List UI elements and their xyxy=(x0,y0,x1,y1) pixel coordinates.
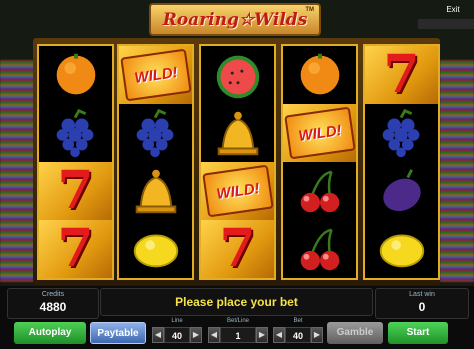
bet-line-label: Bet/Line xyxy=(226,318,250,324)
reel-5: 7 xyxy=(363,44,440,280)
reel-4: WILD! xyxy=(281,44,358,280)
bet-decrease-button[interactable]: ◀ xyxy=(273,327,285,343)
line-decrease-button[interactable]: ◀ xyxy=(152,327,164,343)
watermelon-symbol xyxy=(216,55,259,99)
reel-1: 77 xyxy=(37,44,114,280)
cherries-symbol xyxy=(300,170,339,213)
reel-3: WILD! 7 xyxy=(199,44,276,280)
reel-1-symbol-3: 7 xyxy=(39,162,112,220)
reel-2-symbol-4 xyxy=(119,220,192,278)
grapes-symbol xyxy=(56,108,93,158)
credits-display: Credits 4880 xyxy=(7,288,99,319)
reel-1-symbol-1 xyxy=(39,46,112,104)
gamble-button[interactable]: Gamble xyxy=(327,322,383,344)
wild-symbol: WILD! xyxy=(283,106,356,160)
exit-button[interactable]: Exit xyxy=(438,2,468,18)
reel-5-symbol-1: 7 xyxy=(365,46,438,104)
message-display: Please place your bet xyxy=(100,288,373,316)
reel-4-symbol-2: WILD! xyxy=(283,104,356,162)
wild-symbol: WILD! xyxy=(201,164,274,218)
orange-symbol xyxy=(300,53,339,95)
trademark-mark: TM xyxy=(305,7,314,13)
credits-label: Credits xyxy=(41,291,65,298)
reel-2-symbol-2 xyxy=(119,104,192,162)
status-message: Please place your bet xyxy=(175,295,298,309)
line-value: 40 xyxy=(164,327,190,343)
game-title: Roaring☆Wilds xyxy=(162,9,308,30)
orange-symbol xyxy=(56,53,95,95)
line-label: Line xyxy=(171,318,183,324)
reel-1-symbol-2 xyxy=(39,104,112,162)
grapes-symbol xyxy=(382,108,419,158)
bet-line-value: 1 xyxy=(220,327,256,343)
right-payline-indicators xyxy=(440,60,474,282)
reel-1-symbol-4: 7 xyxy=(39,220,112,278)
reel-5-symbol-2 xyxy=(365,104,438,162)
reel-2-symbol-1: WILD! xyxy=(119,46,192,104)
reel-3-symbol-4: 7 xyxy=(201,220,274,278)
reel-3-symbol-2 xyxy=(201,104,274,162)
reel-4-symbol-1 xyxy=(283,46,356,104)
lemon-symbol xyxy=(133,234,178,268)
last-win-label: Last win xyxy=(409,291,435,298)
reel-4-symbol-4 xyxy=(283,220,356,278)
reel-3-symbol-1 xyxy=(201,46,274,104)
bell-symbol xyxy=(135,169,176,214)
lemon-symbol xyxy=(379,234,424,268)
seven-symbol: 7 xyxy=(219,218,256,279)
seven-symbol: 7 xyxy=(383,44,420,105)
reel-5-symbol-4 xyxy=(365,220,438,278)
reel-2: WILD! xyxy=(117,44,194,280)
bet-line-decrease-button[interactable]: ◀ xyxy=(208,327,220,343)
reel-5-symbol-3 xyxy=(365,162,438,220)
line-increase-button[interactable]: ▶ xyxy=(190,327,202,343)
reel-3-symbol-3: WILD! xyxy=(201,162,274,220)
cherries-symbol xyxy=(300,228,339,271)
seven-symbol: 7 xyxy=(57,218,94,279)
left-payline-indicators xyxy=(0,60,34,282)
bell-symbol xyxy=(217,111,258,156)
reel-4-symbol-3 xyxy=(283,162,356,220)
bet-line-increase-button[interactable]: ▶ xyxy=(256,327,268,343)
last-win-value: 0 xyxy=(418,300,426,314)
paytable-button[interactable]: Paytable xyxy=(90,322,146,344)
seven-symbol: 7 xyxy=(57,160,94,221)
reel-2-symbol-3 xyxy=(119,162,192,220)
start-button[interactable]: Start xyxy=(388,322,448,344)
credits-value: 4880 xyxy=(39,300,67,314)
wild-symbol: WILD! xyxy=(119,48,192,102)
grapes-symbol xyxy=(136,108,173,158)
bet-value: 40 xyxy=(285,327,311,343)
last-win-display: Last win 0 xyxy=(375,288,469,319)
autoplay-button[interactable]: Autoplay xyxy=(14,322,86,344)
bet-increase-button[interactable]: ▶ xyxy=(311,327,323,343)
game-logo: Roaring☆Wilds TM xyxy=(149,3,321,36)
bet-label: Bet xyxy=(293,318,303,324)
plum-symbol xyxy=(382,169,421,212)
exit-bar xyxy=(418,19,474,29)
